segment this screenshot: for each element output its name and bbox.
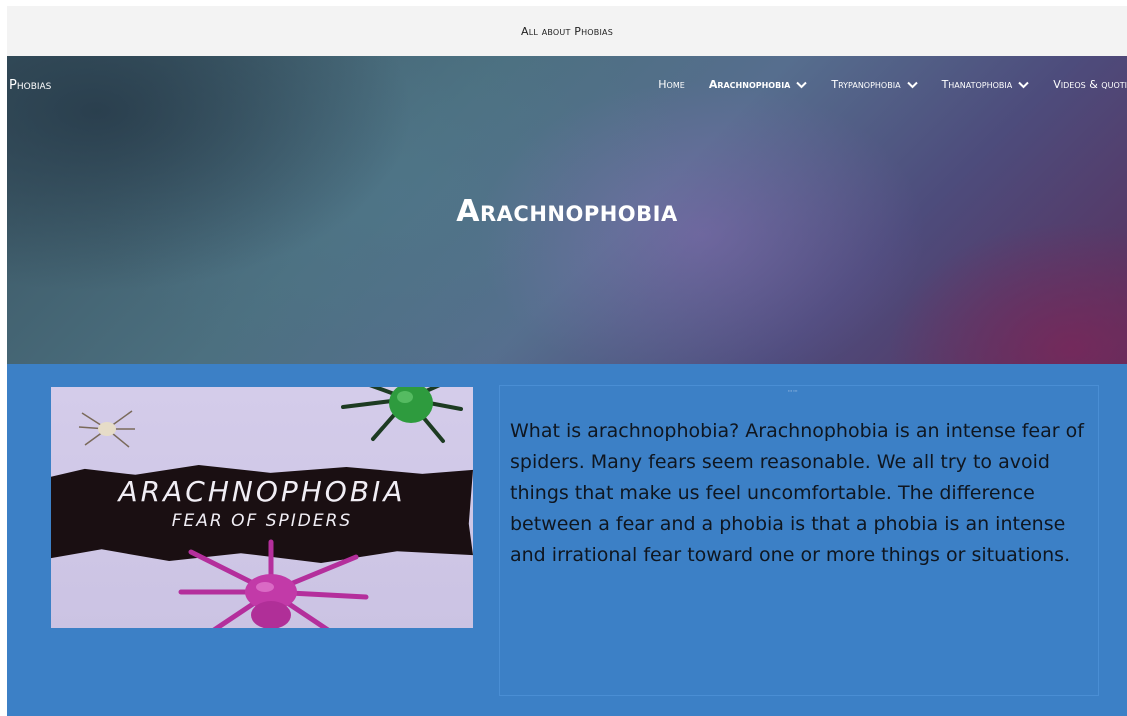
page-title: Arachnophobia <box>456 194 678 229</box>
chevron-down-icon <box>796 81 808 88</box>
green-spider-graphic <box>341 387 463 443</box>
text-block: ⋯⋯ What is arachnophobia? Arachnophobia … <box>499 385 1099 696</box>
nav-item-label: Thanatophobia <box>941 78 1013 91</box>
hero-banner: Phobias Home Arachnophobia Trypanophobia… <box>7 56 1127 364</box>
nav-item-label: Home <box>658 78 685 91</box>
image-subtitle-text: FEAR OF SPIDERS <box>171 511 353 531</box>
chevron-down-icon <box>1018 81 1029 88</box>
drag-handle-icon[interactable]: ⋯⋯ <box>788 387 798 395</box>
content-section: ARACHNOPHOBIA FEAR OF SPIDERS ⋯⋯ What is… <box>7 364 1127 716</box>
nav-item-trypanophobia[interactable]: Trypanophobia <box>831 78 918 91</box>
main-nav: Home Arachnophobia Trypanophobia Thanato… <box>634 78 1127 91</box>
image-title-text: ARACHNOPHOBIA <box>118 475 406 508</box>
nav-item-label: Trypanophobia <box>831 78 901 91</box>
small-spider-graphic <box>78 410 135 448</box>
arachnophobia-image: ARACHNOPHOBIA FEAR OF SPIDERS <box>51 387 473 628</box>
top-bar-text: All about Phobias <box>520 24 614 38</box>
nav-item-home[interactable]: Home <box>658 78 685 91</box>
pink-spider-graphic <box>178 539 369 628</box>
page-frame: All about Phobias Phobias Home Arachnoph… <box>7 6 1127 716</box>
nav-item-thanatophobia[interactable]: Thanatophobia <box>942 78 1030 91</box>
intro-paragraph: What is arachnophobia? Arachnophobia is … <box>510 420 1084 566</box>
chevron-down-icon <box>906 81 918 88</box>
site-brand-link[interactable]: Phobias <box>9 78 51 93</box>
top-announcement-bar: All about Phobias <box>7 6 1127 56</box>
nav-item-videos-quotes[interactable]: Videos & quoti <box>1053 78 1127 91</box>
nav-item-arachnophobia[interactable]: Arachnophobia <box>709 78 808 91</box>
nav-item-label: Arachnophobia <box>708 78 791 91</box>
nav-item-label: Videos & quoti <box>1053 78 1127 91</box>
